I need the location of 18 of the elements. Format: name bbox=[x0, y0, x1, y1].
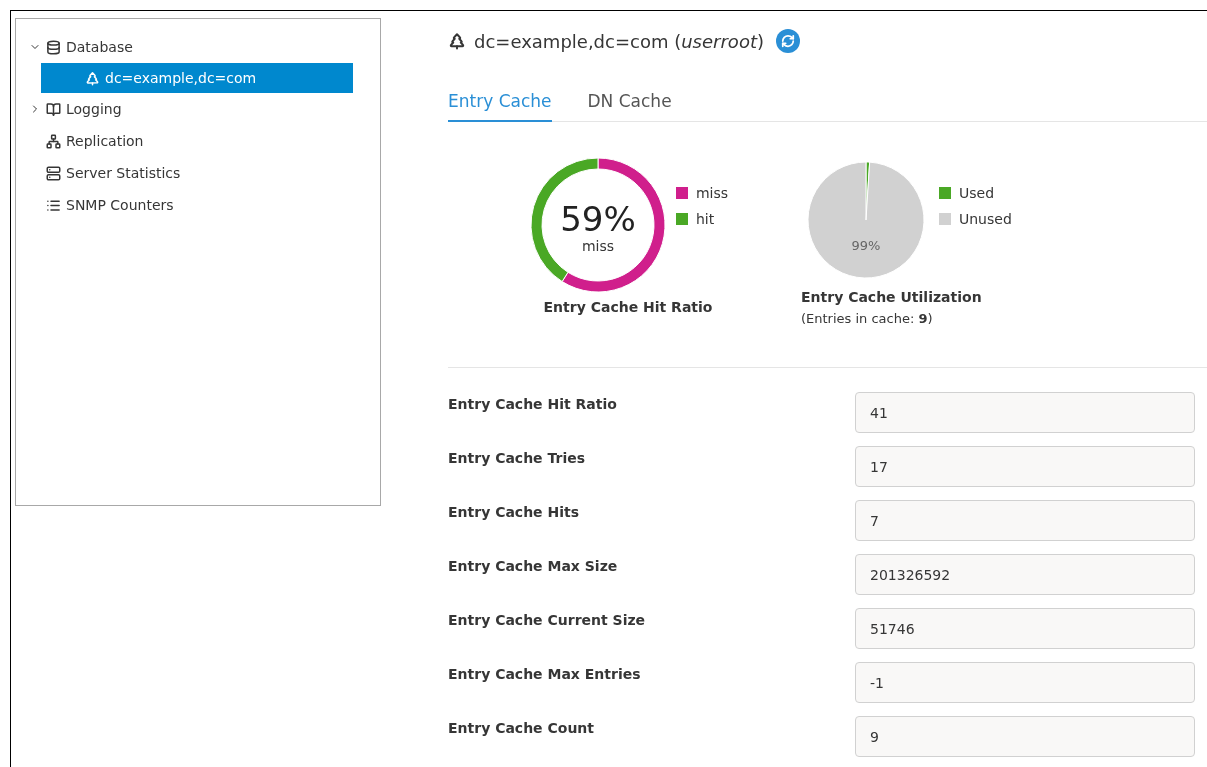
field-label: Entry Cache Tries bbox=[448, 449, 587, 466]
chart-caption: Entry Cache Utilization bbox=[801, 289, 982, 305]
field-label: Entry Cache Max Entries bbox=[448, 665, 642, 682]
legend-label: miss bbox=[695, 185, 729, 201]
legend-label: Used bbox=[959, 185, 995, 201]
slice-label: 99% bbox=[851, 238, 881, 253]
center-label: miss bbox=[581, 238, 614, 254]
field-label: Entry Cache Current Size bbox=[448, 611, 647, 628]
field-label: Entry Cache Max Size bbox=[448, 557, 619, 574]
field-label: Entry Cache Hits bbox=[448, 503, 581, 520]
chart-note: (Entries in cache: 9) bbox=[801, 311, 933, 326]
field-label: Entry Cache Count bbox=[448, 719, 595, 736]
legend-label: Unused bbox=[959, 211, 1012, 227]
page-title: dc=example,dc=com (userroot) bbox=[474, 30, 764, 52]
legend-label: hit bbox=[695, 211, 715, 227]
chart-caption: Entry Cache Hit Ratio bbox=[543, 299, 713, 315]
center-value: 59% bbox=[560, 199, 636, 239]
field-label: Entry Cache Hit Ratio bbox=[448, 395, 618, 412]
